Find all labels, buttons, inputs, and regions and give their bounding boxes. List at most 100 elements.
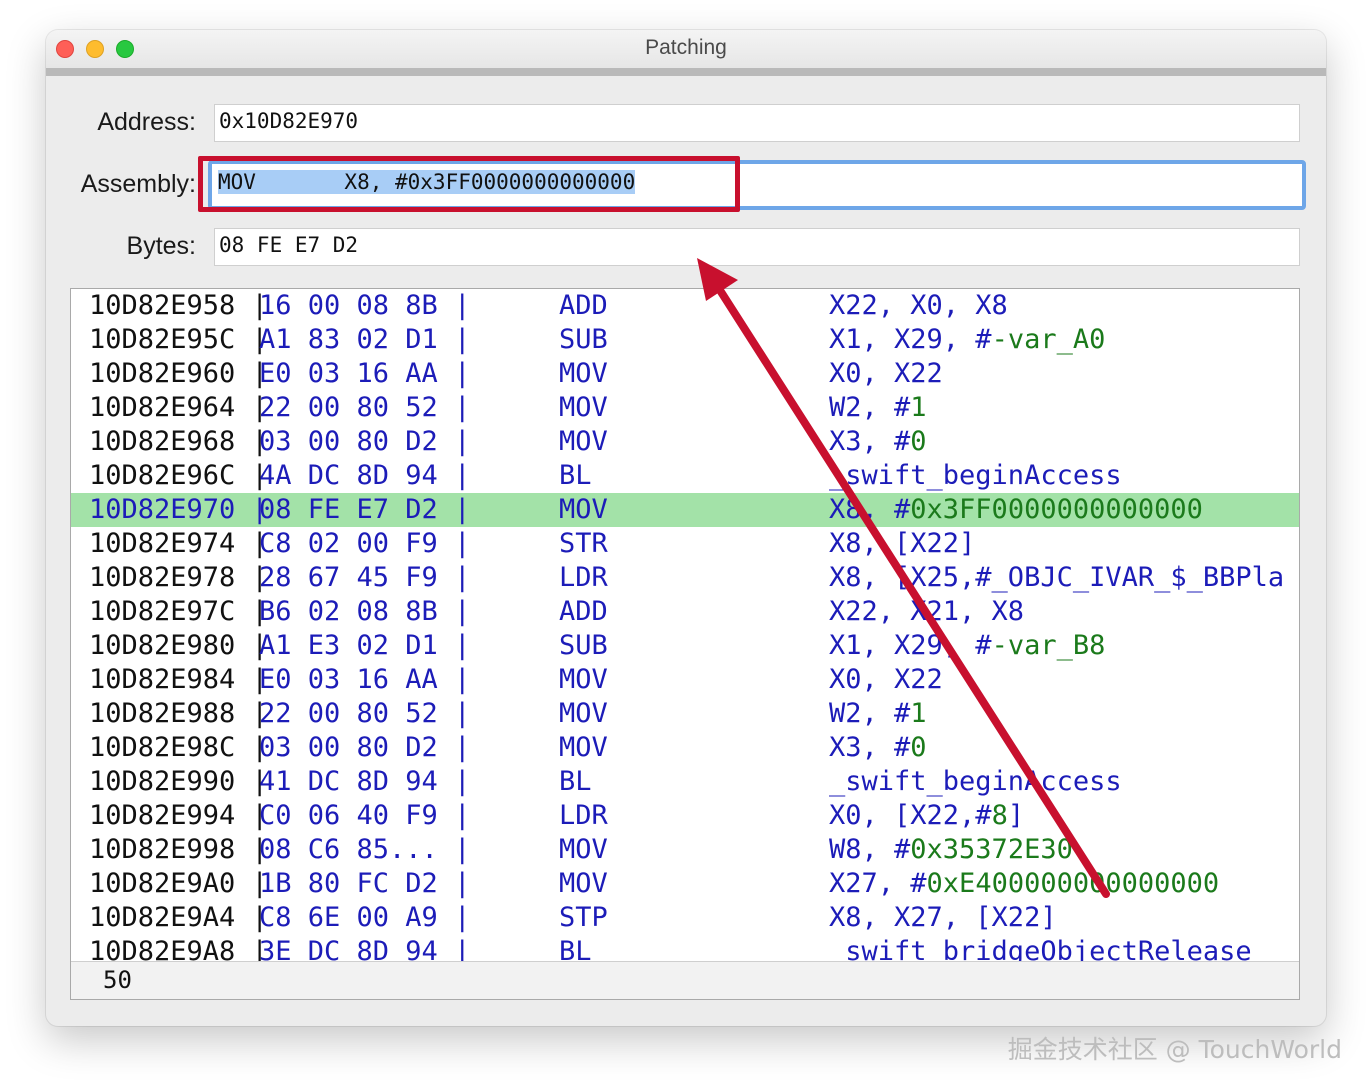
disasm-row[interactable]: 10D82E9A4 | C8 6E 00 A9 | STP X8, X27, [X22… <box>71 901 1299 935</box>
watermark: 掘金技术社区 @ TouchWorld <box>1007 1035 1342 1064</box>
row-address: 10D82E9A0 | <box>89 868 268 899</box>
annotation-highlight-box <box>198 156 740 212</box>
row-mnemonic: MOV <box>559 426 608 457</box>
disasm-row[interactable]: 10D82E998 | 08 C6 85... | MOV W8, #0x35372E… <box>71 833 1299 867</box>
row-address: 10D82E994 | <box>89 800 268 831</box>
row-mnemonic: ADD <box>559 596 608 627</box>
disasm-row-selected[interactable]: 10D82E970 | 08 FE E7 D2 | MOV X8, #0x3FF000… <box>71 493 1299 527</box>
row-operands: W8, #0x35372E30 <box>829 834 1073 865</box>
patching-window: Patching Address: 0x10D82E970 Assembly: … <box>46 30 1326 1026</box>
disasm-row[interactable]: 10D82E958 | 16 00 08 8B | ADD X22, X0, X8 <box>71 289 1299 323</box>
row-address: 10D82E96C | <box>89 460 268 491</box>
row-address: 10D82E968 | <box>89 426 268 457</box>
disasm-row[interactable]: 10D82E960 | E0 03 16 AA | MOV X0, X22 <box>71 357 1299 391</box>
disasm-row[interactable]: 10D82E964 | 22 00 80 52 | MOV W2, #1 <box>71 391 1299 425</box>
row-mnemonic: LDR <box>559 800 608 831</box>
row-operands: X3, #0 <box>829 426 927 457</box>
row-operands: W2, #1 <box>829 698 927 729</box>
row-operands: X8, [X25,#_OBJC_IVAR_$_BBPla <box>829 562 1285 593</box>
status-value: 50 <box>103 966 132 994</box>
row-address: 10D82E9A4 | <box>89 902 268 933</box>
disasm-row[interactable]: 10D82E974 | C8 02 00 F9 | STR X8, [X22] <box>71 527 1299 561</box>
row-mnemonic: MOV <box>559 834 608 865</box>
row-bytes: C8 6E 00 A9 | <box>259 902 471 933</box>
row-operands: X8, #0x3FF0000000000000 <box>829 494 1203 525</box>
operand-immediate: 0 <box>910 426 927 457</box>
row-bytes: 28 67 45 F9 | <box>259 562 471 593</box>
disasm-row[interactable]: 10D82E98C | 03 00 80 D2 | MOV X3, #0 <box>71 731 1299 765</box>
operand-immediate: 0x3FF0000000000000 <box>910 494 1203 525</box>
operand-immediate: 0 <box>910 732 927 763</box>
disasm-row[interactable]: 10D82E980 | A1 E3 02 D1 | SUB X1, X29, #-va… <box>71 629 1299 663</box>
row-operands: X8, [X22] <box>829 528 976 559</box>
operand-immediate: 0x35372E30 <box>910 834 1073 865</box>
row-mnemonic: MOV <box>559 868 608 899</box>
row-bytes: 16 00 08 8B | <box>259 290 471 321</box>
row-operands: W2, #1 <box>829 392 927 423</box>
disasm-row[interactable]: 10D82E96C | 4A DC 8D 94 | BL _swift_beginAc… <box>71 459 1299 493</box>
row-bytes: 08 FE E7 D2 | <box>259 494 471 525</box>
row-address: 10D82E960 | <box>89 358 268 389</box>
operand-immediate: 1 <box>910 698 927 729</box>
row-mnemonic: ADD <box>559 290 608 321</box>
row-mnemonic: STP <box>559 902 608 933</box>
row-bytes: 41 DC 8D 94 | <box>259 766 471 797</box>
row-mnemonic: MOV <box>559 698 608 729</box>
row-bytes: 1B 80 FC D2 | <box>259 868 471 899</box>
row-operands: X22, X0, X8 <box>829 290 1008 321</box>
row-address: 10D82E990 | <box>89 766 268 797</box>
disassembly-list[interactable]: 10D82E958 | 16 00 08 8B | ADD X22, X0, X8 10… <box>70 288 1300 1000</box>
row-mnemonic: SUB <box>559 324 608 355</box>
row-bytes: E0 03 16 AA | <box>259 358 471 389</box>
title-bar[interactable]: Patching <box>46 30 1326 69</box>
row-operands: X22, X21, X8 <box>829 596 1025 627</box>
disasm-row[interactable]: 10D82E978 | 28 67 45 F9 | LDR X8, [X25,#_OB… <box>71 561 1299 595</box>
operand-immediate: -var_A0 <box>991 324 1106 355</box>
row-mnemonic: LDR <box>559 562 608 593</box>
disasm-row[interactable]: 10D82E9A0 | 1B 80 FC D2 | MOV X27, #0xE4000… <box>71 867 1299 901</box>
row-address: 10D82E988 | <box>89 698 268 729</box>
operand-immediate: 8 <box>991 800 1008 831</box>
row-bytes: B6 02 08 8B | <box>259 596 471 627</box>
disasm-row[interactable]: 10D82E990 | 41 DC 8D 94 | BL _swift_beginAc… <box>71 765 1299 799</box>
disasm-row[interactable]: 10D82E994 | C0 06 40 F9 | LDR X0, [X22,#8] <box>71 799 1299 833</box>
row-address: 10D82E978 | <box>89 562 268 593</box>
row-bytes: C0 06 40 F9 | <box>259 800 471 831</box>
disasm-row[interactable]: 10D82E97C | B6 02 08 8B | ADD X22, X21, X8 <box>71 595 1299 629</box>
row-address: 10D82E958 | <box>89 290 268 321</box>
status-bar: 50 <box>71 961 1299 999</box>
row-bytes: 03 00 80 D2 | <box>259 732 471 763</box>
row-operands: X3, #0 <box>829 732 927 763</box>
address-label: Address: <box>97 108 196 136</box>
operand-immediate: 1 <box>910 392 927 423</box>
row-address: 10D82E970 | <box>89 494 268 525</box>
row-operands: _swift_beginAccess <box>829 766 1122 797</box>
row-operands: _swift_beginAccess <box>829 460 1122 491</box>
bytes-field[interactable]: 08 FE E7 D2 <box>214 228 1300 266</box>
address-field[interactable]: 0x10D82E970 <box>214 104 1300 142</box>
operand-immediate: -var_B8 <box>991 630 1106 661</box>
row-bytes: 22 00 80 52 | <box>259 392 471 423</box>
row-operands: X0, X22 <box>829 664 943 695</box>
row-mnemonic: MOV <box>559 392 608 423</box>
row-address: 10D82E980 | <box>89 630 268 661</box>
disasm-row[interactable]: 10D82E988 | 22 00 80 52 | MOV W2, #1 <box>71 697 1299 731</box>
titlebar-divider <box>46 68 1326 76</box>
disasm-row[interactable]: 10D82E968 | 03 00 80 D2 | MOV X3, #0 <box>71 425 1299 459</box>
row-mnemonic: MOV <box>559 664 608 695</box>
assembly-label: Assembly: <box>80 170 196 198</box>
row-operands: X8, X27, [X22] <box>829 902 1057 933</box>
row-bytes: A1 83 02 D1 | <box>259 324 471 355</box>
row-bytes: 03 00 80 D2 | <box>259 426 471 457</box>
row-operands: X0, X22 <box>829 358 943 389</box>
row-operands: X1, X29, #-var_A0 <box>829 324 1106 355</box>
row-address: 10D82E97C | <box>89 596 268 627</box>
operand-immediate: 0xE400000000000000 <box>926 868 1220 899</box>
row-mnemonic: BL <box>559 460 592 491</box>
disasm-row[interactable]: 10D82E95C | A1 83 02 D1 | SUB X1, X29, #-va… <box>71 323 1299 357</box>
row-address: 10D82E964 | <box>89 392 268 423</box>
window-title: Patching <box>645 36 727 59</box>
row-mnemonic: BL <box>559 766 592 797</box>
row-bytes: A1 E3 02 D1 | <box>259 630 471 661</box>
disasm-row[interactable]: 10D82E984 | E0 03 16 AA | MOV X0, X22 <box>71 663 1299 697</box>
